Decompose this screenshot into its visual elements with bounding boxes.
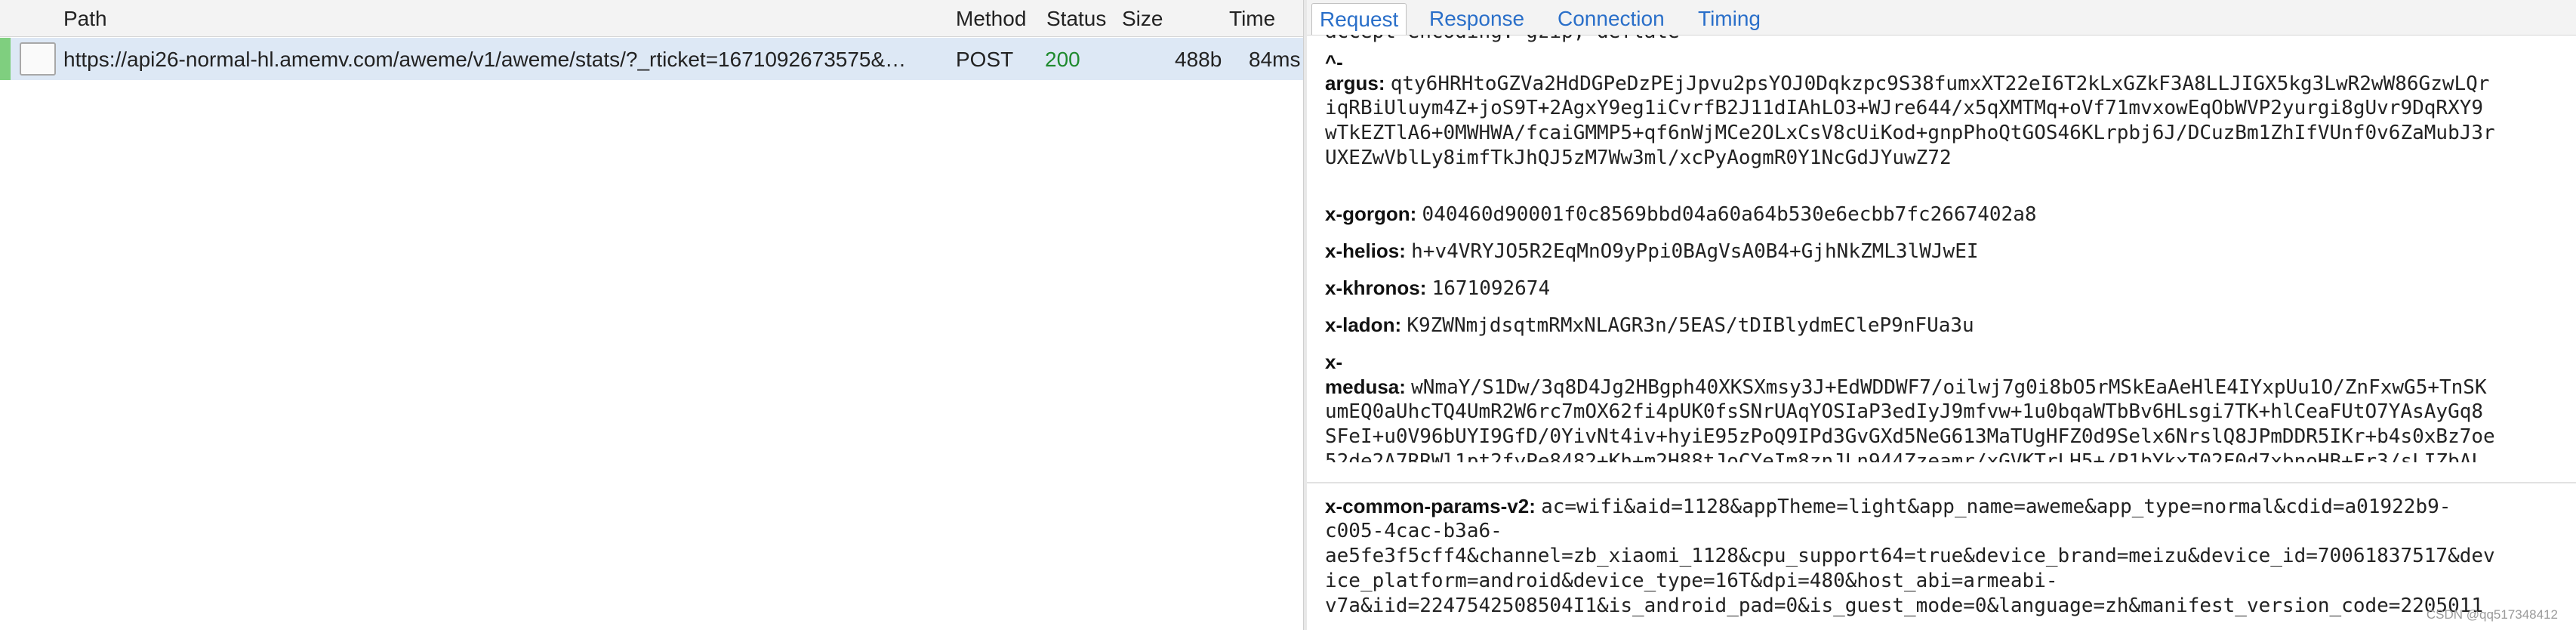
header-key: x-ladon (1325, 313, 1395, 336)
tab-timing[interactable]: Timing (1690, 3, 1768, 35)
clipped-header-line: accept-encoding: gzip, deflate (1325, 35, 1680, 45)
status-indicator (0, 38, 11, 80)
column-size[interactable]: Size (1122, 7, 1163, 31)
tab-connection[interactable]: Connection (1550, 3, 1672, 35)
request-headers-view[interactable]: accept-encoding: gzip, deflate ^- argus:… (1307, 35, 2576, 630)
header-x-common-params-line: c005-4cac-b3a6- (1325, 520, 1502, 542)
header-value-line: wNmaY/S1Dw/3q8D4Jg2HBgph40XKSXmsy3J+EdWD… (1411, 376, 2487, 399)
request-status: 200 (1045, 48, 1080, 71)
request-path: https://api26-normal-hl.amemv.com/aweme/… (63, 48, 907, 71)
header-value: 040460d90001f0c8569bbd04a60a64b530e6ecbb… (1422, 203, 2037, 226)
request-list-header: Path Method Status Size Time (0, 0, 1303, 37)
header-argus-line: UXEZwVblLy8imfTkJhQJ5zM7Ww3ml/xcPyAogmR0… (1325, 147, 1952, 169)
request-row[interactable]: https://api26-normal-hl.amemv.com/aweme/… (0, 38, 1303, 80)
header-key: x-common-params-v2 (1325, 495, 1530, 517)
request-method: POST (956, 48, 1014, 71)
header-x-medusa-key-top: x- (1325, 351, 1343, 373)
header-x-common-params-line: v7a&iid=2247542508504I1&is_android_pad=0… (1325, 594, 2484, 617)
request-detail-panel: Request Response Connection Timing accep… (1307, 0, 2576, 630)
header-argus-line: iqRBiUluym4Z+joS9T+2AgxY9eg1iCvrfB2J11dI… (1325, 97, 2484, 119)
request-time: 84ms (1249, 48, 1301, 71)
document-icon (20, 42, 56, 76)
tab-request[interactable]: Request (1311, 3, 1407, 35)
header-argus-line: wTkEZTlA6+0MWHWA/fcaiGMMP5+qf6nWjMCe2OLx… (1325, 122, 2495, 144)
request-size: 488b (1175, 48, 1222, 71)
request-list: Path Method Status Size Time https://api… (0, 0, 1303, 630)
header-value: h+v4VRYJO5R2EqMnO9yPpi0BAgVsA0B4+GjhNkZM… (1411, 240, 1979, 263)
header-x-medusa-line: SFeI+u0V96bUYI9GfD/0YivNt4iv+hyiE95zPoQ9… (1325, 425, 2495, 448)
header-key: x-helios (1325, 239, 1400, 262)
header-x-gorgon: x-gorgon: 040460d90001f0c8569bbd04a60a64… (1325, 202, 2037, 226)
header-x-medusa-line: umEQ0aUhcTQ4UmR2W6rc7mOX62fi4pUK0fsSNrUA… (1325, 400, 2484, 423)
header-key: x-gorgon (1325, 202, 1410, 225)
column-status[interactable]: Status (1046, 7, 1106, 31)
column-path[interactable]: Path (63, 7, 107, 31)
header-argus: argus: qty6HRHtoGZVa2HdDGPeDzPEjJpvu2psY… (1325, 72, 2490, 95)
header-x-common-params-line: ae5fe3f5cff4&channel=zb_xiaomi_1128&cpu_… (1325, 545, 2495, 567)
header-key: x-khronos (1325, 276, 1420, 299)
header-x-medusa: medusa: wNmaY/S1Dw/3q8D4Jg2HBgph40XKSXms… (1325, 375, 2487, 399)
header-value-line: qty6HRHtoGZVa2HdDGPeDzPEjJpvu2psYOJ0Dqkz… (1390, 73, 2490, 95)
header-x-khronos: x-khronos: 1671092674 (1325, 276, 1551, 300)
column-time[interactable]: Time (1229, 7, 1275, 31)
clip-mask (1307, 462, 2576, 493)
header-x-helios: x-helios: h+v4VRYJO5R2EqMnO9yPpi0BAgVsA0… (1325, 239, 1979, 263)
header-key: medusa (1325, 375, 1400, 398)
header-value: K9ZWNmjdsqtmRMxNLAGR3n/5EAS/tDIBlydmECle… (1407, 314, 1974, 337)
header-x-common-params-v2: x-common-params-v2: ac=wifi&aid=1128&app… (1325, 495, 2451, 518)
watermark: CSDN @qq517348412 (2426, 607, 2558, 622)
header-x-common-params-line: ice_platform=android&device_type=16T&dpi… (1325, 570, 2058, 592)
column-method[interactable]: Method (956, 7, 1026, 31)
header-value-line: ac=wifi&aid=1128&appTheme=light&app_name… (1541, 496, 2451, 518)
detail-tabs: Request Response Connection Timing (1307, 0, 2576, 36)
section-separator (1307, 482, 2576, 483)
header-key: argus (1325, 72, 1379, 94)
header-value: 1671092674 (1431, 277, 1551, 300)
header-x-ladon: x-ladon: K9ZWNmjdsqtmRMxNLAGR3n/5EAS/tDI… (1325, 313, 1974, 337)
tab-response[interactable]: Response (1422, 3, 1532, 35)
